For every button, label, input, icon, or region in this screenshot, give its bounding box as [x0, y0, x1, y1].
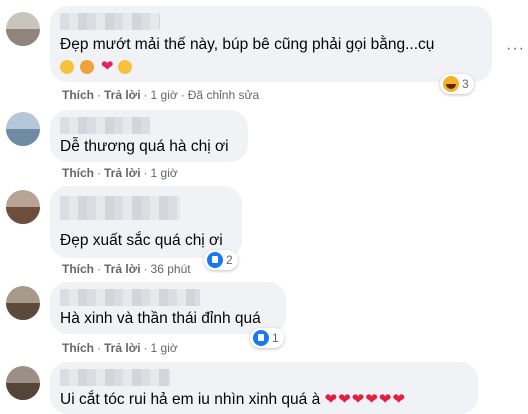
- comment-text: Đẹp xuất sắc quá chị ơi: [60, 232, 223, 249]
- red-hearts-icon: ❤❤❤❤❤❤: [324, 391, 406, 408]
- author-name-blurred[interactable]: [60, 117, 150, 134]
- avatar[interactable]: [6, 366, 40, 400]
- avatar[interactable]: [6, 190, 40, 224]
- comment-actions: Thích · Trả lời · 1 giờ: [62, 166, 178, 180]
- edited-label: Đã chỉnh sửa: [187, 88, 260, 102]
- comment-actions: Thích · Trả lời · 1 giờ · Đã chỉnh sửa: [62, 88, 260, 102]
- avatar[interactable]: [6, 286, 40, 320]
- comment-bubble: Hà xinh và thần thái đỉnh quá: [50, 282, 286, 334]
- comment-text: Đẹp mướt mải thế này, búp bê cũng phải g…: [60, 36, 435, 53]
- comment-actions: Thích · Trả lời · 36 phút: [62, 262, 191, 276]
- red-heart-icon: ❤: [100, 58, 114, 75]
- like-link[interactable]: Thích: [62, 341, 94, 355]
- reaction-count: 3: [462, 77, 469, 91]
- author-name-blurred[interactable]: [60, 289, 200, 306]
- like-link[interactable]: Thích: [62, 88, 94, 102]
- comment-bubble: Ui cắt tóc rui hả em iu nhìn xinh quá à …: [50, 362, 478, 414]
- timestamp[interactable]: 1 giờ: [151, 88, 178, 102]
- reply-link[interactable]: Trả lời: [104, 88, 141, 102]
- reaction-count-pill[interactable]: 1: [250, 328, 284, 348]
- author-name-blurred[interactable]: [60, 13, 160, 30]
- reaction-count-pill[interactable]: 3: [440, 74, 474, 94]
- kissing-face-icon: [117, 59, 132, 74]
- heart-eyes-face-icon: [60, 59, 74, 74]
- comment-text: Dễ thương quá hà chị ơi: [60, 138, 229, 155]
- reaction-count: 1: [272, 331, 279, 345]
- timestamp[interactable]: 1 giờ: [151, 166, 178, 180]
- emoji-row: ❤: [60, 58, 134, 76]
- reply-link[interactable]: Trả lời: [104, 341, 141, 355]
- author-name-blurred[interactable]: [60, 369, 170, 386]
- haha-icon: [443, 76, 459, 92]
- timestamp[interactable]: 36 phút: [151, 262, 191, 276]
- author-name-blurred[interactable]: [60, 196, 180, 220]
- timestamp[interactable]: 1 giờ: [151, 341, 178, 355]
- like-link[interactable]: Thích: [62, 262, 94, 276]
- avatar[interactable]: [6, 12, 40, 46]
- reaction-count-pill[interactable]: 2: [204, 250, 238, 270]
- comment-text: Hà xinh và thần thái đỉnh quá: [60, 310, 261, 327]
- like-icon: [207, 252, 223, 268]
- reaction-count: 2: [226, 253, 233, 267]
- comment-actions: Thích · Trả lời · 1 giờ: [62, 341, 178, 355]
- like-link[interactable]: Thích: [62, 166, 94, 180]
- heart-eyes-face-icon: [80, 59, 95, 74]
- comment-bubble: Đẹp mướt mải thế này, búp bê cũng phải g…: [50, 6, 492, 82]
- more-options-icon[interactable]: ···: [506, 40, 525, 58]
- comment-text: Ui cắt tóc rui hả em iu nhìn xinh quá à …: [60, 390, 406, 409]
- like-icon: [253, 330, 269, 346]
- avatar[interactable]: [6, 112, 40, 146]
- comment-text-content: Ui cắt tóc rui hả em iu nhìn xinh quá à: [60, 391, 321, 408]
- reply-link[interactable]: Trả lời: [104, 166, 141, 180]
- comment-bubble: Dễ thương quá hà chị ơi: [50, 110, 248, 162]
- comment-bubble: Đẹp xuất sắc quá chị ơi: [50, 186, 242, 258]
- reply-link[interactable]: Trả lời: [104, 262, 141, 276]
